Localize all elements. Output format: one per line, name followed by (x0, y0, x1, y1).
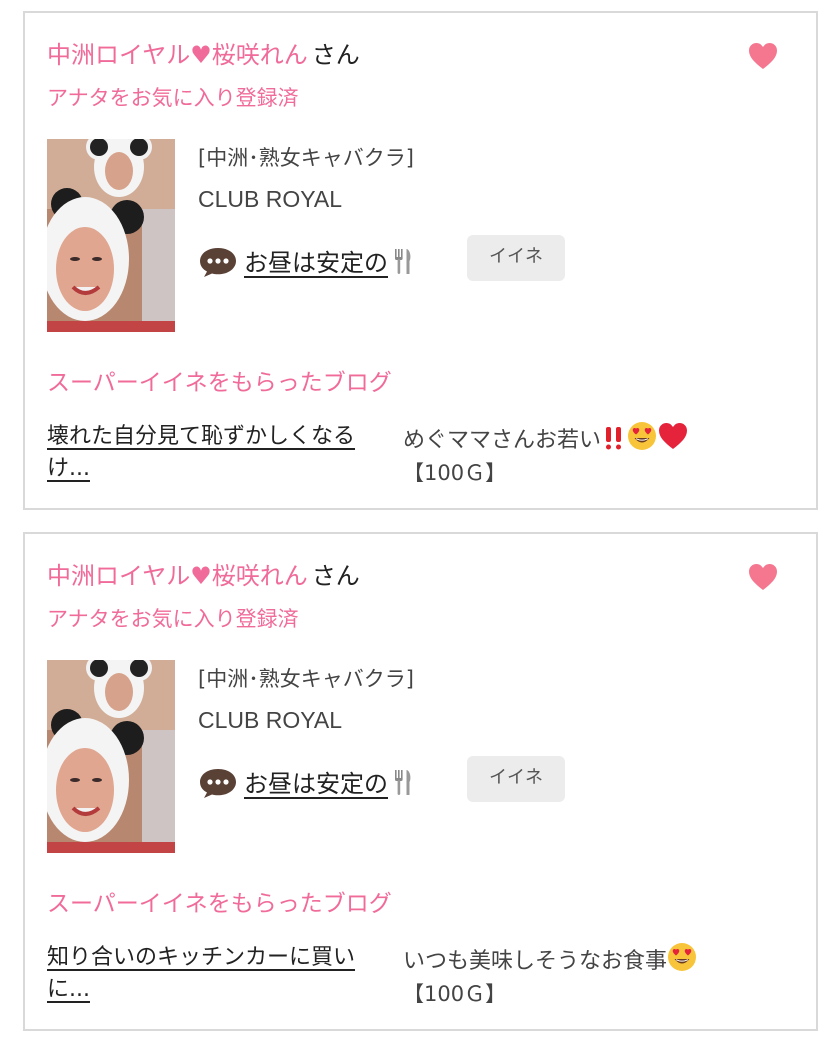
favorite-status: アナタをお気に入り登録済 (47, 86, 299, 110)
super-comment: めぐママさんお若い 【100Ｇ】 (403, 421, 803, 489)
points-awarded: 【100Ｇ】 (403, 461, 507, 485)
favorite-status: アナタをお気に入り登録済 (47, 607, 299, 631)
super-iine-heading: スーパーイイネをもらったブログ (47, 891, 392, 917)
shop-category: [中洲･熟女キャバクラ] (198, 667, 414, 691)
iine-button[interactable]: イイネ (467, 235, 565, 281)
iine-button[interactable]: イイネ (467, 756, 565, 802)
blog-title-text: お昼は安定の (244, 769, 388, 798)
shop-brand: CLUB ROYAL (198, 707, 343, 733)
notification-card: 中洲ロイヤル♥桜咲れん さん アナタをお気に入り登録済 [中洲･熟女キャバクラ]… (23, 532, 818, 1031)
super-blog-title-link[interactable]: 壊れた自分見て恥ずかしくなるけ... (47, 421, 392, 485)
sender-line: 中洲ロイヤル♥桜咲れん さん (47, 41, 360, 69)
fork-and-knife-icon (395, 769, 411, 795)
double-exclamation-icon (606, 427, 622, 450)
sender-name-link[interactable]: 中洲ロイヤル♥桜咲れん (47, 41, 308, 69)
cast-photo[interactable] (47, 660, 175, 853)
shop-category: [中洲･熟女キャバクラ] (198, 146, 414, 170)
favorite-toggle[interactable] (748, 563, 778, 591)
blog-row: お昼は安定の (198, 245, 414, 279)
blog-title-link[interactable]: お昼は安定の (244, 768, 414, 799)
speech-bubble-icon (200, 769, 236, 798)
honorific: さん (311, 562, 360, 590)
blog-title-link[interactable]: お昼は安定の (244, 247, 414, 278)
points-awarded: 【100Ｇ】 (403, 982, 507, 1006)
super-blog-title-link[interactable]: 知り合いのキッチンカーに買いに... (47, 942, 392, 1006)
blog-title-text: お昼は安定の (244, 248, 388, 277)
red-heart-icon (659, 423, 688, 449)
blog-row: お昼は安定の (198, 766, 414, 800)
fork-and-knife-icon (395, 248, 411, 274)
heart-eyes-face-icon (668, 943, 697, 971)
cast-photo[interactable] (47, 139, 175, 332)
super-iine-heading: スーパーイイネをもらったブログ (47, 370, 392, 396)
heart-icon (749, 564, 777, 590)
sender-name-link[interactable]: 中洲ロイヤル♥桜咲れん (47, 562, 308, 590)
heart-eyes-face-icon (628, 422, 657, 450)
super-comment: いつも美味しそうなお食事 【100Ｇ】 (403, 942, 803, 1010)
cast-photo-image (47, 660, 175, 853)
honorific: さん (311, 41, 360, 69)
shop-brand: CLUB ROYAL (198, 186, 343, 212)
heart-icon (749, 43, 777, 69)
favorite-toggle[interactable] (748, 42, 778, 70)
comment-text: いつも美味しそうなお食事 (403, 949, 668, 974)
comment-text: めぐママさんお若い (403, 428, 602, 453)
cast-photo-image (47, 139, 175, 332)
sender-line: 中洲ロイヤル♥桜咲れん さん (47, 562, 360, 590)
notification-card: 中洲ロイヤル♥桜咲れん さん アナタをお気に入り登録済 [中洲･熟女キャバクラ]… (23, 11, 818, 510)
speech-bubble-icon (200, 248, 236, 277)
